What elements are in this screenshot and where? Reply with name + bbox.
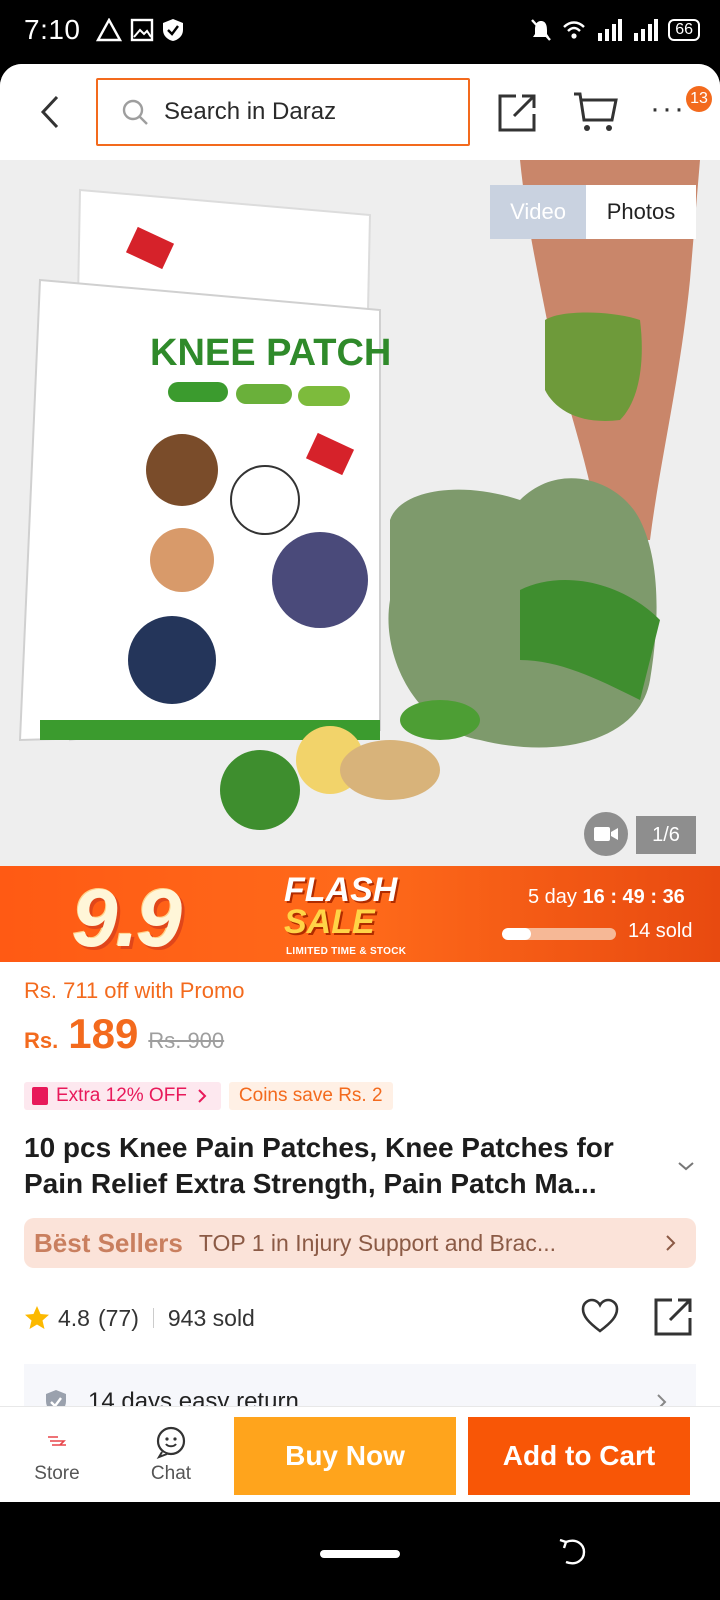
best-sellers-banner[interactable]: Bëst Sellers TOP 1 in Injury Support and…: [24, 1218, 696, 1268]
chevron-right-icon: [198, 1089, 207, 1103]
warning-icon: [96, 18, 122, 42]
promo-text: Rs. 711 off with Promo: [24, 978, 245, 1003]
coins-chip[interactable]: Coins save Rs. 2: [228, 1082, 393, 1110]
home-gesture-bar[interactable]: [320, 1550, 400, 1558]
extra-off-chip[interactable]: Extra 12% OFF: [24, 1082, 221, 1110]
extra-off-label: Extra 12% OFF: [56, 1085, 187, 1106]
signal-1-icon: [598, 19, 623, 41]
flash-subtitle: LIMITED TIME & STOCK: [286, 946, 407, 957]
signal-2-icon: [634, 19, 659, 41]
image-icon: [130, 18, 154, 42]
image-counter: 1/6: [636, 816, 696, 854]
countdown-days: 5 day: [528, 886, 577, 908]
buy-now-button[interactable]: Buy Now: [234, 1417, 456, 1495]
shield-status-icon: [163, 19, 183, 41]
star-icon: [25, 1306, 49, 1329]
cart-button[interactable]: [572, 90, 618, 134]
status-right-icons: 66: [530, 18, 700, 42]
tab-photos[interactable]: Photos: [586, 185, 696, 239]
battery-indicator: 66: [668, 19, 700, 41]
store-icon: [48, 1436, 66, 1446]
best-sellers-logo: Bëst Sellers: [34, 1227, 183, 1258]
status-left-icons: [96, 18, 184, 42]
rating-row: 4.8 (77) 943 sold: [24, 1298, 696, 1338]
best-sellers-text: TOP 1 in Injury Support and Brac...: [198, 1229, 556, 1256]
product-title: 10 pcs Knee Pain Patches, Knee Patches f…: [24, 1132, 614, 1199]
search-placeholder: Search in Daraz: [164, 98, 337, 125]
rotate-icon[interactable]: [556, 1536, 588, 1568]
price-value: 189: [68, 1010, 139, 1057]
tab-video[interactable]: Video: [490, 185, 586, 239]
expand-title-button[interactable]: [674, 1154, 698, 1178]
sold-progress-bar: [502, 928, 616, 940]
voucher-icon: [32, 1087, 48, 1105]
chevron-right-icon: [666, 1235, 676, 1251]
chat-tab[interactable]: Chat: [116, 1407, 226, 1502]
flash-sale-title: FLASH SALE: [284, 871, 398, 941]
product-image: KNEE PATCH: [0, 160, 720, 866]
wishlist-button[interactable]: [580, 1296, 620, 1336]
store-tab[interactable]: Store: [2, 1407, 112, 1502]
chevron-down-icon: [678, 1162, 694, 1171]
svg-text:KNEE PATCH: KNEE PATCH: [150, 332, 391, 374]
chat-label: Chat: [150, 1463, 192, 1484]
share-icon: [498, 94, 536, 132]
flash-title-line2: SALE: [284, 903, 375, 941]
add-to-cart-button[interactable]: Add to Cart: [468, 1417, 690, 1495]
divider: [152, 1308, 154, 1328]
original-price: Rs. 900: [148, 1028, 225, 1053]
chat-icon: [156, 1426, 186, 1459]
share-button[interactable]: [496, 90, 540, 134]
status-time: 7:10: [24, 14, 81, 45]
top-header: Search in Daraz ··· 13: [0, 64, 720, 160]
search-icon: [122, 99, 148, 125]
price-currency: Rs.: [24, 1028, 59, 1053]
status-bar: 7:10 66: [0, 0, 720, 64]
more-menu-button[interactable]: ···: [650, 94, 690, 130]
bottom-action-bar: Store Chat Buy Now Add to Cart: [0, 1406, 720, 1502]
back-button[interactable]: [30, 90, 70, 134]
price-row: Rs. 189 Rs. 900: [24, 1010, 224, 1058]
mute-icon: [531, 19, 552, 41]
flash-countdown: 5 day 16 : 49 : 36: [528, 886, 685, 908]
cart-icon: [574, 92, 618, 131]
sold-count: 943 sold: [167, 1304, 255, 1331]
countdown-hours: 16: [582, 886, 605, 908]
countdown-minutes: 49: [622, 886, 645, 908]
store-label: Store: [34, 1463, 80, 1484]
search-input[interactable]: Search in Daraz: [96, 78, 470, 146]
phone-screen: 7:10 66 Search in Daraz ··· 13 KNEE PATC…: [0, 0, 720, 1600]
media-toggle: Video Photos: [490, 185, 696, 239]
heart-icon: [581, 1298, 619, 1333]
flash-title-line1: FLASH: [284, 871, 398, 909]
share-icon: [654, 1298, 692, 1336]
flash-sale-banner[interactable]: 9.9 FLASH SALE LIMITED TIME & STOCK 5 da…: [0, 866, 720, 962]
promo-chips: Extra 12% OFF Coins save Rs. 2: [24, 1082, 393, 1110]
rating-score[interactable]: 4.8: [58, 1305, 90, 1332]
app-content: Search in Daraz ··· 13 KNEE PATCH Video …: [0, 64, 720, 1502]
notification-badge: 13: [686, 86, 712, 112]
sold-progress-fill: [502, 928, 531, 940]
product-gallery[interactable]: KNEE PATCH Video Photos 1/6: [0, 160, 720, 866]
chevron-left-icon: [40, 95, 59, 129]
flash-sold-count: 14 sold: [628, 920, 693, 942]
video-camera-icon: [594, 827, 618, 841]
play-video-button[interactable]: [584, 812, 628, 856]
system-nav-bar: [0, 1502, 720, 1600]
wifi-icon: [563, 21, 586, 39]
countdown-seconds: 36: [662, 886, 685, 908]
share-product-button[interactable]: [652, 1294, 696, 1338]
rating-count[interactable]: (77): [98, 1305, 139, 1332]
flash-big-number: 9.9: [72, 873, 182, 962]
